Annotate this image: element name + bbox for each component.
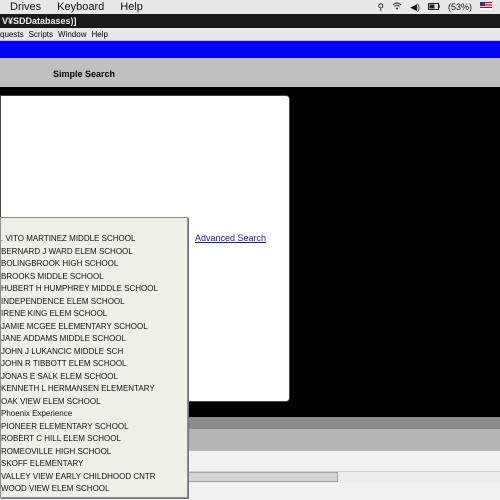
list-item[interactable]: BROOKS MIDDLE SCHOOL xyxy=(1,271,187,284)
list-item[interactable]: VALLEY VIEW EARLY CHILDHOOD CNTR xyxy=(1,471,187,484)
list-item[interactable]: KENNETH L HERMANSEN ELEMENTARY xyxy=(1,383,187,396)
menu-help-app[interactable]: Help xyxy=(91,30,107,39)
status-icons: ⚲ ◀) (53%) xyxy=(377,2,500,13)
list-item[interactable]: JONAS E SALK ELEM SCHOOL xyxy=(1,371,187,384)
header-strip: Simple Search xyxy=(0,58,500,87)
menu-drives[interactable]: Drives xyxy=(10,1,41,13)
list-item[interactable]: SKOFF ELEMENTARY xyxy=(1,458,187,471)
list-item[interactable]: JAMIE MCGEE ELEMENTARY SCHOOL xyxy=(1,321,187,334)
list-item[interactable]: INDEPENDENCE ELEM SCHOOL xyxy=(1,296,187,309)
list-item[interactable]: IRENE KING ELEM SCHOOL xyxy=(1,308,187,321)
list-item[interactable]: ROBERT C HILL ELEM SCHOOL xyxy=(1,433,187,446)
window-title: V¥SDDatabases)] xyxy=(0,14,500,28)
system-menu-bar: Drives Keyboard Help ⚲ ◀) (53%) xyxy=(0,0,500,14)
list-item[interactable]: . VITO MARTINEZ MIDDLE SCHOOL xyxy=(1,233,187,246)
battery-percentage: (53%) xyxy=(447,2,472,12)
list-item[interactable]: JOHN J LUKANCIC MIDDLE SCH xyxy=(1,346,187,359)
battery-icon[interactable] xyxy=(427,2,440,12)
list-item[interactable]: PIONEER ELEMENTARY SCHOOL xyxy=(1,421,187,434)
list-item[interactable]: ROMEOVILLE HIGH SCHOOL xyxy=(1,446,187,459)
menu-window[interactable]: Window xyxy=(58,30,86,39)
list-item[interactable]: WOOD VIEW ELEM SCHOOL xyxy=(1,483,187,496)
list-item[interactable]: BERNARD J WARD ELEM SCHOOL xyxy=(1,246,187,259)
app-menu-bar: quests Scripts Window Help xyxy=(0,28,500,41)
toolbar-band xyxy=(0,41,500,58)
list-item[interactable]: BOLINGBROOK HIGH SCHOOL xyxy=(1,258,187,271)
list-item[interactable]: JANE ADDAMS MIDDLE SCHOOL xyxy=(1,333,187,346)
school-dropdown-list[interactable]: . VITO MARTINEZ MIDDLE SCHOOL BERNARD J … xyxy=(0,217,188,498)
list-item[interactable]: Phoenix Experience xyxy=(1,408,187,421)
menu-keyboard[interactable]: Keyboard xyxy=(57,1,104,13)
page-title: Simple Search xyxy=(53,69,116,79)
menu-help[interactable]: Help xyxy=(120,1,143,13)
volume-icon[interactable]: ◀) xyxy=(410,2,420,13)
dropdown-items: . VITO MARTINEZ MIDDLE SCHOOL BERNARD J … xyxy=(1,233,187,496)
list-item[interactable]: OAK VIEW ELEM SCHOOL xyxy=(1,396,187,409)
wifi-icon[interactable] xyxy=(392,2,402,12)
menu-scripts[interactable]: Scripts xyxy=(29,30,53,39)
menu-requests[interactable]: quests xyxy=(0,30,24,39)
advanced-search-link[interactable]: Advanced Search xyxy=(195,233,266,243)
list-item[interactable]: JOHN R TIBBOTT ELEM SCHOOL xyxy=(1,358,187,371)
link-icon[interactable]: ⚲ xyxy=(377,2,384,13)
list-item[interactable]: HUBERT H HUMPHREY MIDDLE SCHOOL xyxy=(1,283,187,296)
flag-icon[interactable] xyxy=(480,2,492,12)
